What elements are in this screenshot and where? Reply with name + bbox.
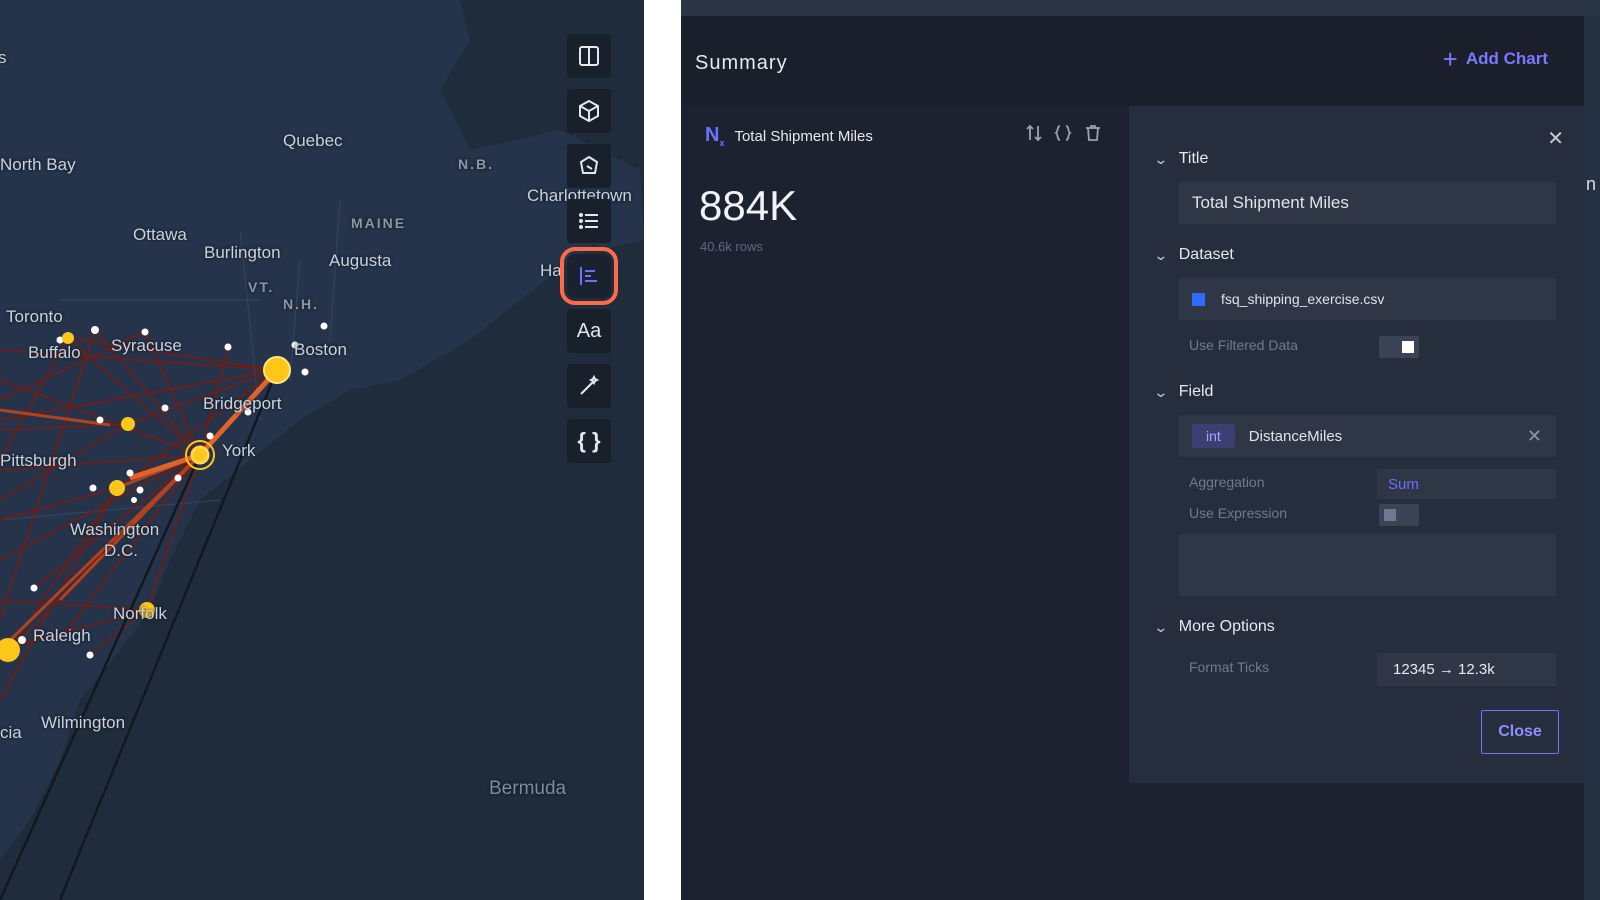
- sort-icon[interactable]: [1026, 124, 1042, 142]
- aggregation-label: Aggregation: [1189, 474, 1265, 490]
- draw-polygon-icon: [579, 155, 599, 174]
- more-options-toggle[interactable]: ⌄ More Options: [1153, 618, 1275, 636]
- map-label-quebec: Quebec: [283, 131, 343, 150]
- toggle-knob: [1384, 509, 1396, 521]
- chevron-down-icon: ⌄: [1153, 618, 1169, 635]
- format-ticks-label: Format Ticks: [1189, 659, 1270, 675]
- text-tool-button[interactable]: Aa: [567, 309, 611, 353]
- chevron-down-icon: ⌄: [1153, 246, 1169, 263]
- remove-field-icon[interactable]: ✕: [1527, 426, 1542, 447]
- use-expression-label: Use Expression: [1189, 505, 1288, 521]
- row-count: 40.6k rows: [700, 239, 763, 254]
- chart-title-input[interactable]: Total Shipment Miles: [1179, 182, 1556, 224]
- map-label-augusta: Augusta: [329, 251, 392, 270]
- map-label-vt: VT.: [248, 279, 275, 295]
- summary-chart-icon: [580, 267, 597, 285]
- dataset-section-toggle[interactable]: ⌄ Dataset: [1153, 246, 1234, 264]
- map-label-wilmington: Wilmington: [41, 713, 126, 732]
- 3d-view-button[interactable]: [567, 89, 611, 133]
- code-editor-button[interactable]: { }: [567, 419, 611, 463]
- close-icon[interactable]: ✕: [1547, 126, 1564, 151]
- panel-top-strip: [681, 0, 1600, 16]
- card-header: Nx Total Shipment Miles: [705, 124, 873, 148]
- use-filtered-toggle[interactable]: [1379, 336, 1419, 358]
- use-filtered-label: Use Filtered Data: [1189, 337, 1298, 353]
- title-section-toggle[interactable]: ⌄ Title: [1153, 150, 1209, 168]
- map-label-raleigh: Raleigh: [33, 626, 91, 645]
- trash-icon[interactable]: [1084, 124, 1102, 142]
- layer-list-button[interactable]: [567, 199, 611, 243]
- map-label-pittsburgh: Pittsburgh: [0, 451, 77, 470]
- chevron-down-icon: ⌄: [1153, 150, 1169, 167]
- map-label-bermuda: Bermuda: [489, 778, 567, 799]
- add-chart-button[interactable]: + Add Chart: [1442, 44, 1548, 74]
- title-section-label: Title: [1178, 150, 1209, 167]
- card-actions: [1026, 124, 1102, 142]
- split-map-icon: [579, 46, 599, 66]
- more-options-label: More Options: [1178, 618, 1275, 635]
- map-label-maine: MAINE: [351, 215, 407, 231]
- magic-wand-button[interactable]: [567, 364, 611, 408]
- 3d-cube-icon: [579, 99, 599, 123]
- chart-card[interactable]: Nx Total Shipment Miles 884K 40.6k rows: [681, 106, 1129, 776]
- map-label-new-york: York: [222, 441, 256, 460]
- map-label-dc: D.C.: [104, 541, 138, 560]
- dataset-color-swatch: [1192, 292, 1205, 306]
- map-label-cia: cia: [0, 723, 22, 742]
- code-braces-icon[interactable]: [1054, 124, 1072, 142]
- close-button[interactable]: Close: [1481, 710, 1559, 754]
- card-title: Total Shipment Miles: [734, 127, 873, 145]
- toggle-knob: [1402, 341, 1414, 353]
- expression-editor[interactable]: [1179, 534, 1556, 596]
- map-label-bridgeport: Bridgeport: [203, 394, 282, 413]
- map-label-buffalo: Buffalo: [28, 343, 81, 362]
- map-toolbar: Aa { }: [560, 34, 618, 474]
- summary-chart-button[interactable]: [560, 247, 618, 305]
- map-label-s: s: [0, 48, 7, 67]
- text-icon: Aa: [576, 319, 602, 342]
- aggregation-select[interactable]: Sum: [1377, 469, 1556, 499]
- layer-list-icon: [579, 213, 598, 229]
- map-label-burlington: Burlington: [204, 243, 281, 262]
- map-label-north-bay: North Bay: [0, 155, 76, 174]
- summary-panel: Summary + Add Chart Nx Total Shipment Mi…: [681, 0, 1600, 900]
- split-map-button[interactable]: [567, 34, 611, 78]
- field-section-toggle[interactable]: ⌄ Field: [1153, 383, 1214, 401]
- field-name: DistanceMiles: [1248, 427, 1343, 445]
- magic-wand-icon: [580, 374, 600, 395]
- format-ticks-select[interactable]: 12345 → 12.3k: [1377, 653, 1556, 686]
- map-label-boston: Boston: [294, 340, 347, 359]
- pane-divider: [644, 0, 681, 900]
- dataset-section-label: Dataset: [1178, 246, 1234, 263]
- panel-header: Summary + Add Chart: [681, 16, 1584, 106]
- draw-button[interactable]: [567, 144, 611, 188]
- map-label-syracuse: Syracuse: [111, 336, 182, 355]
- chart-config-panel: ✕ ⌄ Title Total Shipment Miles ⌄ Dataset…: [1129, 106, 1584, 783]
- dataset-select[interactable]: fsq_shipping_exercise.csv: [1179, 278, 1556, 320]
- field-section-label: Field: [1178, 383, 1214, 400]
- plus-icon: +: [1442, 44, 1458, 74]
- add-chart-label: Add Chart: [1465, 49, 1548, 68]
- map-label-nh: N.H.: [283, 296, 319, 312]
- dataset-name: fsq_shipping_exercise.csv: [1221, 291, 1385, 307]
- map-label-washington: Washington: [70, 520, 160, 539]
- panel-body: Nx Total Shipment Miles 884K 40.6k rows …: [681, 106, 1584, 900]
- panel-right-edge: [1584, 16, 1600, 900]
- field-type-badge: int: [1192, 424, 1235, 448]
- summary-value: 884K: [699, 182, 798, 229]
- map-label-nb: N.B.: [458, 156, 494, 172]
- edge-text: n: [1586, 174, 1597, 194]
- code-braces-icon: { }: [577, 428, 601, 453]
- map-label-toronto: Toronto: [6, 307, 63, 326]
- map-label-ottawa: Ottawa: [133, 225, 187, 244]
- chevron-down-icon: ⌄: [1153, 383, 1169, 400]
- map-view[interactable]: s North Bay Quebec N.B. Charlottetown Ot…: [0, 0, 644, 900]
- map-label-norfolk: Norfolk: [113, 604, 167, 623]
- number-chart-icon: Nx: [705, 124, 725, 148]
- map-label-ha: Ha: [540, 261, 562, 280]
- use-expression-toggle[interactable]: [1379, 504, 1419, 526]
- panel-title: Summary: [695, 52, 788, 74]
- field-select[interactable]: int DistanceMiles ✕: [1179, 415, 1556, 457]
